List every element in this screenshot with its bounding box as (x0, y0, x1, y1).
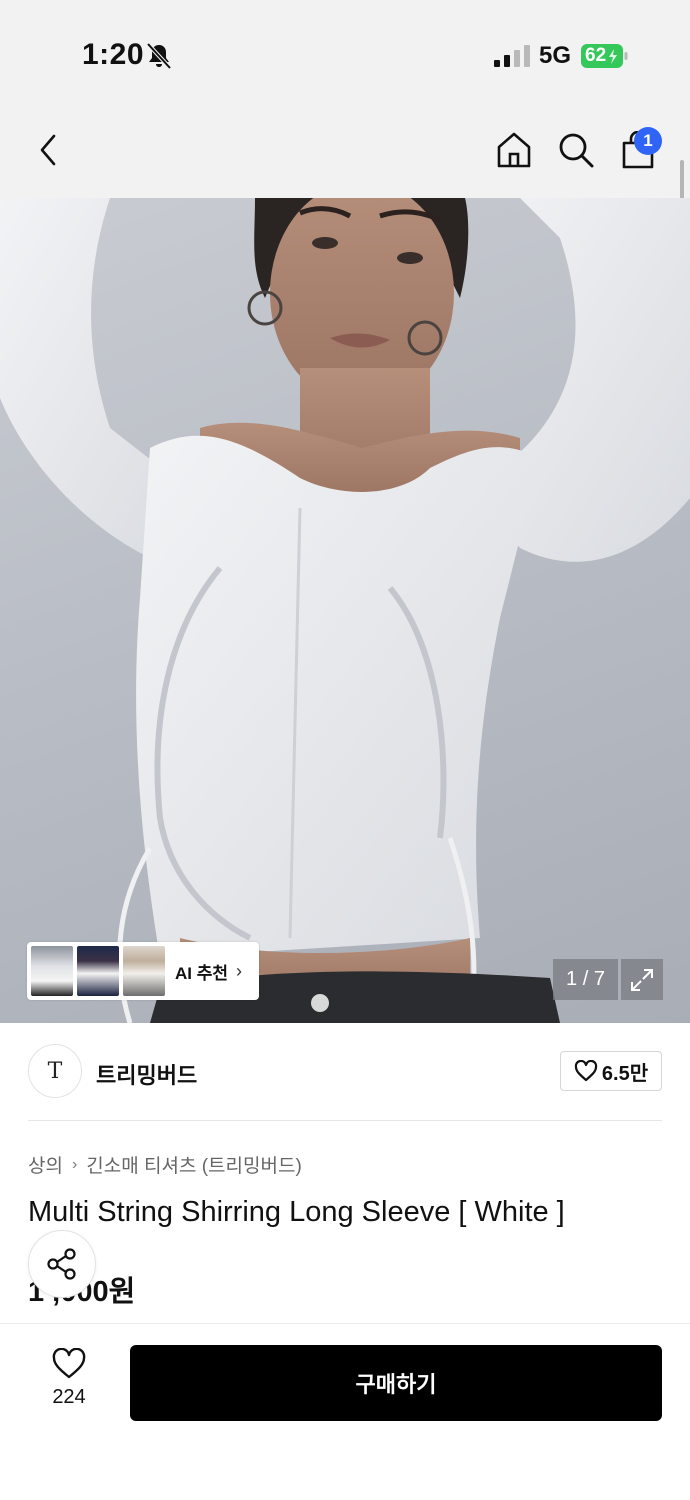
breadcrumb-subcategory[interactable]: 긴소매 티셔츠 (트리밍버드) (86, 1151, 302, 1178)
image-counter: 1 / 7 (553, 959, 618, 1000)
share-button[interactable] (28, 1230, 96, 1298)
brand-like-count: 6.5만 (601, 1062, 649, 1085)
back-icon (40, 134, 56, 166)
status-time: 1:20 (82, 38, 145, 71)
ai-recommend-thumb (123, 946, 165, 996)
cart-count-badge: 1 (634, 127, 662, 155)
ai-recommend-chip[interactable]: AI 추천 › (27, 942, 259, 1000)
chevron-right-icon: › (236, 960, 243, 981)
share-icon (47, 1248, 76, 1280)
brand-logo[interactable]: T (28, 1044, 82, 1098)
chevron-right-icon: › (71, 1155, 78, 1173)
product-title: Multi String Shirring Long Sleeve [ Whit… (28, 1196, 565, 1228)
heart-icon (574, 1060, 598, 1082)
ai-recommend-thumb (31, 946, 73, 996)
product-like-button[interactable]: 224 (40, 1348, 98, 1418)
expand-icon (631, 968, 653, 991)
divider (28, 1120, 662, 1121)
buy-button[interactable]: 구매하기 (130, 1345, 662, 1421)
brand-name[interactable]: 트리밍버드 (96, 1058, 197, 1090)
expand-button[interactable] (621, 959, 663, 1000)
product-like-count: 224 (52, 1386, 86, 1408)
battery-percent: 62 (585, 45, 607, 66)
search-icon (559, 133, 594, 168)
back-button[interactable] (26, 128, 70, 172)
search-button[interactable] (554, 128, 598, 172)
bottom-bar-divider (0, 1323, 690, 1324)
home-icon (497, 132, 531, 168)
heart-icon (52, 1348, 86, 1379)
product-image[interactable] (0, 198, 690, 1023)
ai-recommend-label: AI 추천 (175, 963, 229, 983)
breadcrumb: 상의 › 긴소매 티셔츠 (트리밍버드) (28, 1151, 302, 1178)
ai-recommend-thumb (77, 946, 119, 996)
brand-like-button[interactable]: 6.5만 (560, 1051, 662, 1091)
bell-off-icon (146, 42, 172, 70)
network-label: 5G (539, 42, 572, 69)
signal-icon (494, 45, 530, 67)
status-bar: 1:20 5G 62 (0, 0, 690, 100)
breadcrumb-category[interactable]: 상의 (28, 1151, 63, 1178)
product-photo (0, 198, 690, 1023)
home-button[interactable] (492, 128, 536, 172)
